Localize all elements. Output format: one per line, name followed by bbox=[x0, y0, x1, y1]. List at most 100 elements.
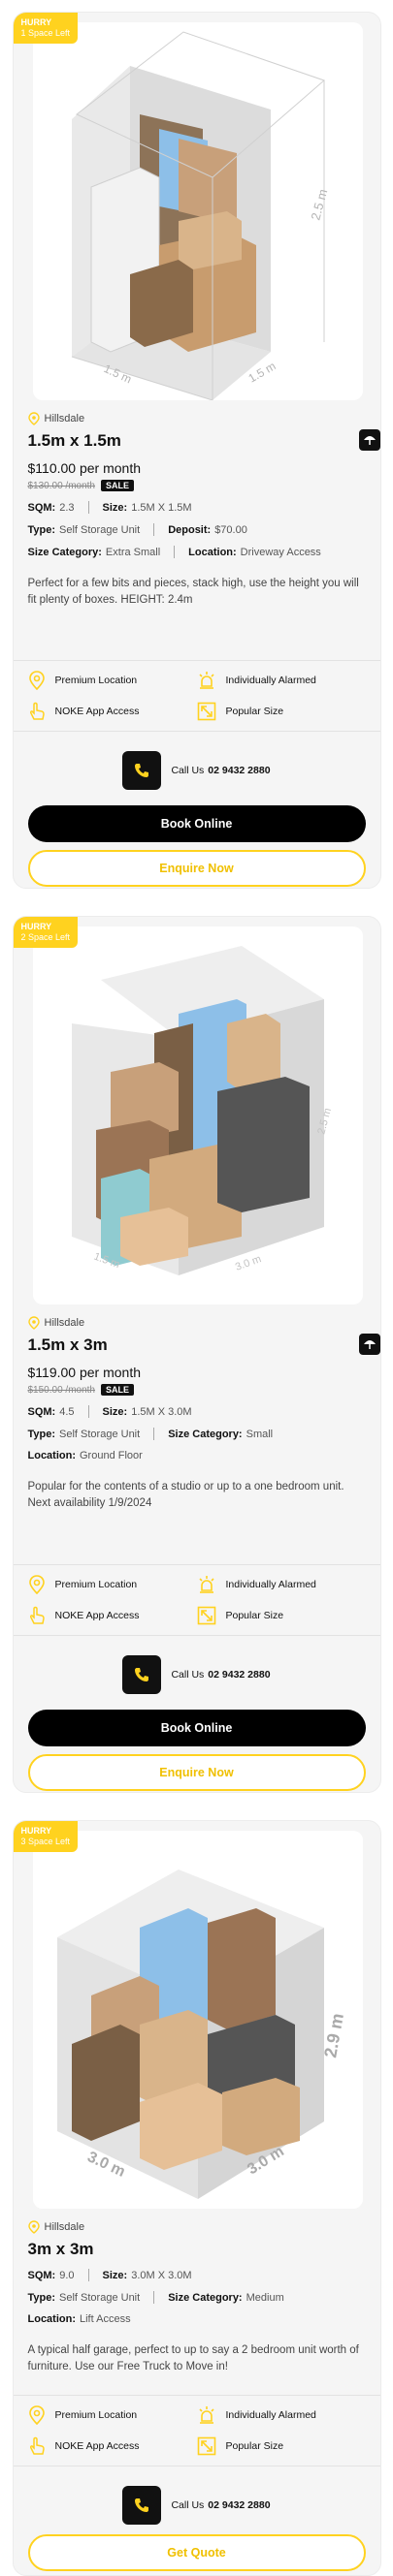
old-price: $150.00 /month bbox=[27, 1384, 96, 1396]
call-us-text: Call Us bbox=[171, 2499, 205, 2511]
category-value: Extra Small bbox=[105, 546, 161, 558]
size-label: Size: bbox=[102, 1405, 128, 1418]
unit-title: 1.5m x 1.5m bbox=[27, 431, 121, 450]
old-price-line: $130.00 /month SALE bbox=[28, 480, 366, 491]
phone-number[interactable]: 02 9432 2880 bbox=[208, 1669, 270, 1681]
alarm-light-icon bbox=[198, 672, 214, 689]
hurry-badge-title: HURRY bbox=[20, 17, 52, 27]
hand-touch-icon bbox=[29, 1606, 45, 1624]
unit-title: 3m x 3m bbox=[27, 2240, 94, 2258]
type-value: Self Storage Unit bbox=[59, 523, 141, 536]
category-label: Size Category: bbox=[27, 546, 102, 558]
sqm-label: SQM: bbox=[27, 2269, 56, 2281]
phone-number[interactable]: 02 9432 2880 bbox=[208, 2499, 270, 2511]
book-online-button[interactable]: Book Online bbox=[27, 805, 366, 842]
size-value: 3.0M X 3.0M bbox=[131, 2269, 192, 2281]
unit-details: Hillsdale 1.5m x 3m $119.00 per month $1… bbox=[28, 1316, 366, 1512]
phone-icon[interactable] bbox=[122, 751, 162, 790]
sqm-label: SQM: bbox=[27, 1405, 56, 1418]
unit-price: $119.00 per month bbox=[27, 1365, 142, 1380]
spaces-left: 3 Space Left bbox=[20, 1837, 71, 1846]
category-value: Medium bbox=[246, 2291, 284, 2304]
phone-number[interactable]: 02 9432 2880 bbox=[208, 765, 270, 776]
location-name: Hillsdale bbox=[44, 413, 85, 424]
feature-item: Premium Location bbox=[28, 671, 197, 690]
map-pin-icon bbox=[28, 1575, 45, 1594]
enquire-now-button[interactable]: Enquire Now bbox=[27, 1754, 366, 1791]
hand-touch-icon bbox=[29, 2436, 45, 2455]
size-value: 1.5M X 3.0M bbox=[131, 1405, 192, 1418]
feature-label: NOKE App Access bbox=[54, 1610, 140, 1621]
unit-description: Perfect for a few bits and pieces, stack… bbox=[27, 578, 359, 606]
old-price-line: $150.00 /month SALE bbox=[28, 1384, 366, 1396]
divider bbox=[87, 2269, 89, 2281]
category-label: Size Category: bbox=[168, 1428, 243, 1440]
feature-label: Popular Size bbox=[225, 2440, 284, 2452]
divider bbox=[174, 546, 176, 558]
map-pin-icon bbox=[27, 412, 40, 425]
feature-label: NOKE App Access bbox=[54, 2440, 140, 2452]
feature-item: NOKE App Access bbox=[28, 2436, 197, 2456]
type-value: Self Storage Unit bbox=[59, 1428, 141, 1440]
call-us-link[interactable]: Call Us 02 9432 2880 bbox=[14, 751, 380, 790]
feature-item: Premium Location bbox=[28, 1575, 197, 1594]
call-us-link[interactable]: Call Us 02 9432 2880 bbox=[14, 1655, 380, 1694]
feature-label: Individually Alarmed bbox=[225, 1579, 316, 1590]
unit-card: HURRY 1 Space Left 2.5 m 1.5 m 1.5 m Hil… bbox=[12, 12, 381, 889]
type-label: Type: bbox=[27, 2291, 56, 2304]
location-line: Hillsdale bbox=[27, 412, 366, 425]
location-value: Ground Floor bbox=[80, 1450, 143, 1461]
get-quote-button[interactable]: Get Quote bbox=[27, 2534, 366, 2571]
spec-row: Location: Lift Access bbox=[28, 2313, 366, 2325]
feature-label: Premium Location bbox=[54, 1579, 138, 1590]
feature-label: Individually Alarmed bbox=[225, 675, 316, 686]
unit-illustration[interactable]: 2.9 m 3.0 m 3.0 m bbox=[32, 1831, 363, 2209]
location-label: Location: bbox=[188, 546, 237, 558]
call-us-link[interactable]: Call Us 02 9432 2880 bbox=[14, 2486, 380, 2525]
feature-item: Individually Alarmed bbox=[197, 2405, 366, 2425]
spec-row: Type: Self Storage Unit Size Category: Med… bbox=[28, 2291, 366, 2304]
sqm-value: 4.5 bbox=[59, 1405, 75, 1418]
unit-title: 1.5m x 3m bbox=[27, 1335, 108, 1354]
type-label: Type: bbox=[27, 523, 56, 536]
spaces-left: 2 Space Left bbox=[20, 932, 71, 942]
call-us-text: Call Us bbox=[171, 1669, 205, 1681]
book-online-button[interactable]: Book Online bbox=[27, 1710, 366, 1746]
hand-touch-icon bbox=[29, 702, 45, 720]
spec-row: SQM: 4.5 Size: 1.5M X 3.0M bbox=[28, 1405, 366, 1418]
feature-label: NOKE App Access bbox=[54, 706, 140, 717]
feature-grid: Premium Location Individually Alarmed NO… bbox=[13, 660, 380, 732]
feature-label: Individually Alarmed bbox=[225, 2409, 316, 2421]
divider bbox=[153, 2291, 155, 2304]
divider bbox=[87, 1405, 89, 1418]
height-dimension-label: 2.5 m bbox=[308, 187, 330, 221]
location-value: Driveway Access bbox=[240, 546, 321, 558]
spec-row: Type: Self Storage Unit Deposit: $70.00 bbox=[28, 523, 366, 536]
hurry-badge: HURRY 3 Space Left bbox=[13, 1821, 79, 1852]
location-line: Hillsdale bbox=[27, 2220, 366, 2234]
sale-badge: SALE bbox=[101, 1384, 135, 1396]
unit-details: Hillsdale 1.5m x 1.5m $110.00 per month … bbox=[28, 412, 366, 609]
map-pin-icon bbox=[28, 2405, 45, 2425]
depth-dimension-label: 3.0 m bbox=[233, 1253, 262, 1273]
size-label: Size: bbox=[102, 2269, 128, 2281]
unit-illustration[interactable]: 2.5 m 1.5 m 1.5 m bbox=[32, 22, 363, 400]
size-value: 1.5M X 1.5M bbox=[131, 501, 192, 514]
feature-item: NOKE App Access bbox=[28, 1606, 197, 1625]
resize-arrow-icon bbox=[197, 1606, 215, 1625]
map-pin-icon bbox=[27, 1316, 40, 1330]
phone-icon[interactable] bbox=[122, 1655, 162, 1694]
enquire-now-button[interactable]: Enquire Now bbox=[27, 850, 366, 887]
feature-item: NOKE App Access bbox=[28, 702, 197, 721]
feature-item: Popular Size bbox=[197, 1606, 366, 1625]
phone-icon[interactable] bbox=[122, 2486, 162, 2525]
spec-row: SQM: 9.0 Size: 3.0M X 3.0M bbox=[28, 2269, 366, 2281]
unit-illustration[interactable]: 2.5 m 1.5 m 3.0 m bbox=[32, 927, 363, 1304]
sqm-value: 2.3 bbox=[59, 501, 75, 514]
feature-label: Premium Location bbox=[54, 675, 138, 686]
deposit-label: Deposit: bbox=[168, 523, 212, 536]
unit-description: A typical half garage, perfect to up to … bbox=[27, 2344, 359, 2372]
unit-card: HURRY 2 Space Left 2.5 m 1.5 m 3.0 m Hil… bbox=[12, 916, 381, 1793]
feature-label: Premium Location bbox=[54, 2409, 138, 2421]
spec-row: Type: Self Storage Unit Size Category: Sma… bbox=[28, 1428, 366, 1440]
